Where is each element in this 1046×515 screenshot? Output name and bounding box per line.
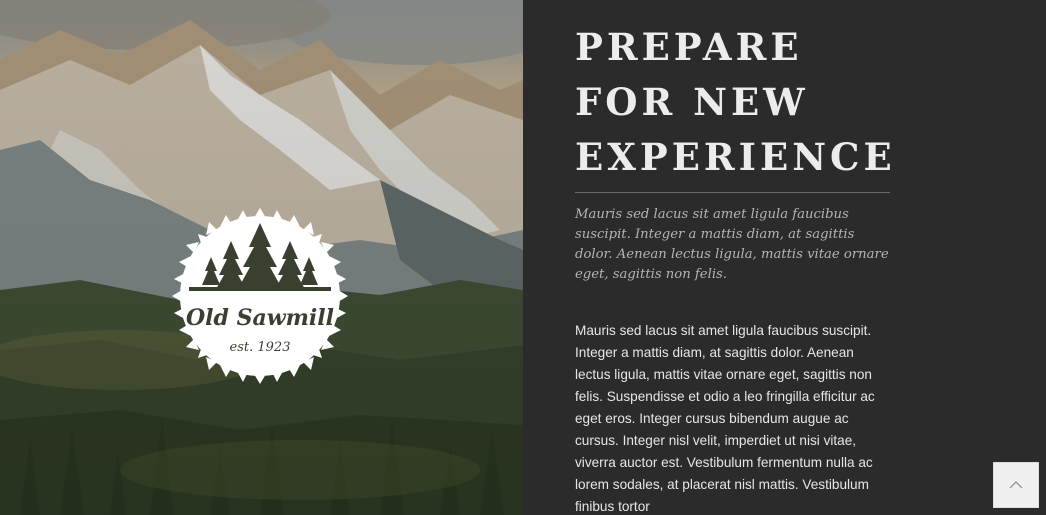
headline-line-1: PREPARE	[575, 25, 803, 69]
logo-name: Old Sawmill	[186, 305, 334, 331]
logo-tagline: est. 1923	[230, 340, 291, 355]
scroll-to-top-button[interactable]	[993, 462, 1039, 508]
chevron-up-icon	[1009, 481, 1023, 489]
headline-line-2: FOR NEW	[575, 80, 809, 124]
body-paragraph: Mauris sed lacus sit amet ligula faucibu…	[575, 323, 875, 514]
old-sawmill-logo: Old Sawmill est. 1923	[169, 205, 351, 387]
content-panel: PREPARE FOR NEW EXPERIENCE Mauris sed la…	[523, 0, 1046, 515]
lead-paragraph: Mauris sed lacus sit amet ligula faucibu…	[575, 207, 889, 282]
headline-line-3: EXPERIENCE	[575, 135, 896, 179]
page-headline: PREPARE FOR NEW EXPERIENCE	[575, 20, 905, 185]
headline-divider	[575, 192, 890, 193]
hero-image: Old Sawmill est. 1923	[0, 0, 523, 515]
